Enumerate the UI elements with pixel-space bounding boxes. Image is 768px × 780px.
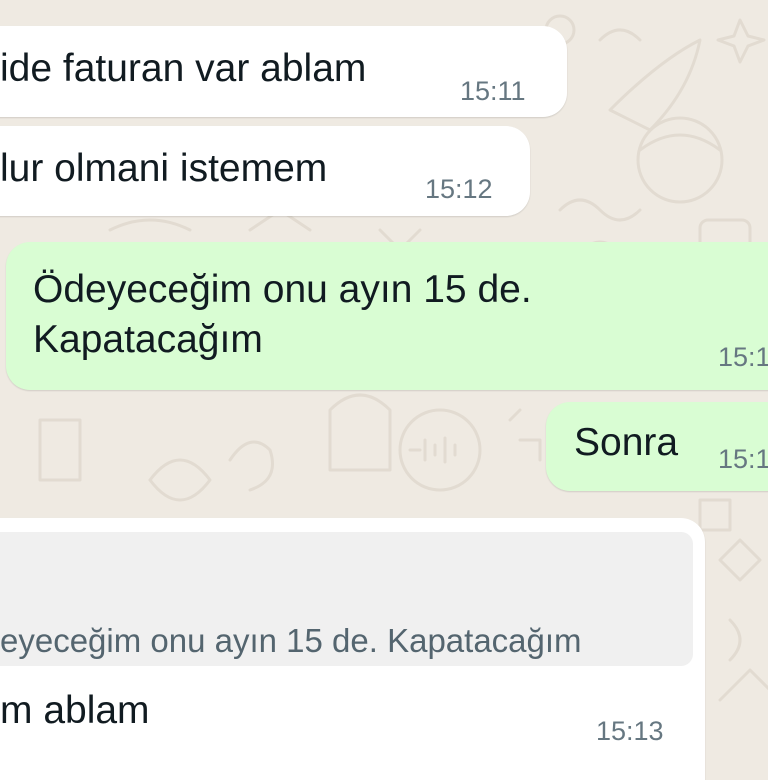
message-text: Sonra [574,421,679,464]
message-bubble[interactable]: eyeceğim onu ayın 15 de. Kapatacağım m a… [0,518,705,780]
message-bubble[interactable]: Sonra 15:1 [546,402,768,491]
message-bubble[interactable]: lur olmani istemem 15:12 [0,126,530,216]
message-text: ide faturan var ablam [0,47,367,90]
message-bubble[interactable]: ide faturan var ablam 15:11 [0,26,567,117]
quoted-message-text: eyeceğim onu ayın 15 de. Kapatacağım [0,622,582,659]
message-time: 15:12 [425,174,493,204]
message-time: 15:11 [460,76,526,106]
message-bubble[interactable]: Ödeyeceğim onu ayın 15 de. Kapatacağım 1… [6,242,768,390]
message-time: 15:13 [596,716,664,746]
message-text: lur olmani istemem [0,147,328,190]
message-time: 15:1 [718,444,768,474]
message-text: m ablam [0,689,150,732]
message-text-line: Kapatacağım [33,318,263,361]
message-time: 15:1 [718,342,768,372]
message-text-line: Ödeyeceğim onu ayın 15 de. [33,268,532,311]
quoted-message[interactable]: eyeceğim onu ayın 15 de. Kapatacağım [0,532,693,666]
